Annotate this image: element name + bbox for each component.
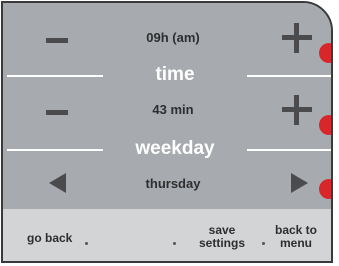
settings-device: 09h (am) time 43 min weekday thursday go… bbox=[0, 0, 339, 266]
section-label-time: time bbox=[155, 64, 195, 85]
weekday-previous-button[interactable] bbox=[49, 173, 66, 193]
weekday-indicator-led bbox=[319, 179, 331, 199]
divider-right bbox=[247, 149, 331, 151]
footer-bar: go back save settings back to menu bbox=[3, 209, 331, 261]
control-panel: 09h (am) time 43 min weekday thursday go… bbox=[1, 1, 333, 263]
go-back-button[interactable]: go back bbox=[27, 232, 72, 245]
back-to-menu-button[interactable]: back to menu bbox=[275, 224, 317, 250]
time-section-header: time bbox=[3, 65, 331, 85]
section-label-weekday: weekday bbox=[135, 138, 215, 159]
controls-area: 09h (am) time 43 min weekday thursday bbox=[3, 3, 331, 209]
weekday-row: thursday bbox=[3, 163, 331, 209]
separator-dot bbox=[85, 242, 88, 245]
hour-indicator-led bbox=[319, 43, 331, 63]
minute-row: 43 min bbox=[3, 89, 331, 135]
minute-decrease-button[interactable] bbox=[43, 97, 73, 127]
weekday-section-header: weekday bbox=[3, 139, 331, 159]
save-label-line2: settings bbox=[199, 236, 246, 250]
divider-left bbox=[7, 75, 103, 77]
minute-indicator-led bbox=[319, 115, 331, 135]
separator-dot bbox=[173, 242, 176, 245]
minute-value: 43 min bbox=[152, 102, 194, 117]
hour-row: 09h (am) bbox=[3, 17, 331, 63]
hour-increase-button[interactable] bbox=[280, 21, 314, 55]
separator-dot bbox=[262, 242, 265, 245]
go-back-label: go back bbox=[27, 231, 73, 245]
weekday-next-button[interactable] bbox=[291, 173, 308, 193]
hour-decrease-button[interactable] bbox=[43, 25, 73, 55]
minute-increase-button[interactable] bbox=[280, 93, 314, 127]
menu-label-line2: menu bbox=[280, 236, 313, 250]
divider-left bbox=[7, 149, 103, 151]
weekday-value: thursday bbox=[145, 176, 201, 191]
divider-right bbox=[247, 75, 331, 77]
save-settings-button[interactable]: save settings bbox=[199, 224, 245, 250]
hour-value: 09h (am) bbox=[146, 30, 200, 45]
